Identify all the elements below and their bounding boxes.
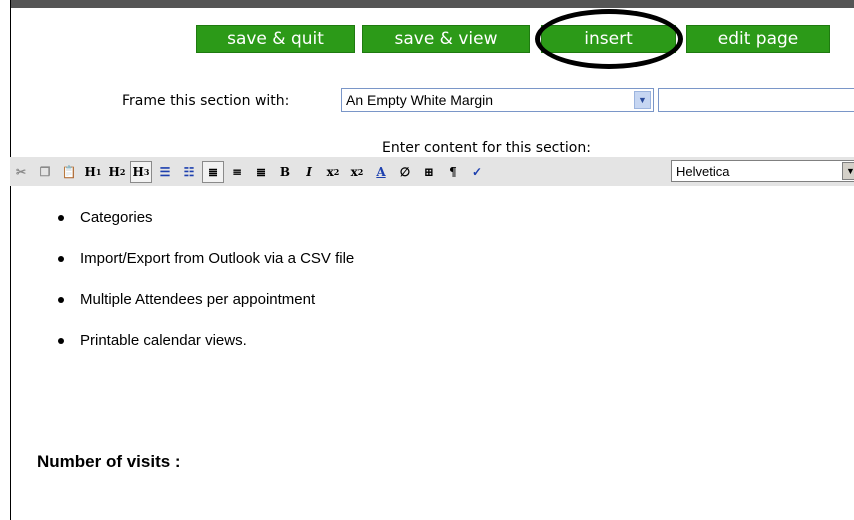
list-item: Import/Export from Outlook via a CSV fil…: [58, 241, 354, 282]
link-icon[interactable]: ∅: [394, 161, 416, 183]
font-color-icon[interactable]: A: [370, 161, 392, 183]
frame-select[interactable]: An Empty White Margin ▼: [341, 88, 654, 112]
save-view-button[interactable]: save & view: [362, 25, 530, 53]
table-icon[interactable]: ⊞: [418, 161, 440, 183]
editor-toolbar: ✂ ❐ 📋 H1 H2 H3 ☰ ☷ ≣ ≡ ≣ B I x2 x2 A ∅ ⊞…: [10, 157, 854, 186]
content-prompt: Enter content for this section:: [382, 140, 591, 156]
bullet-icon: [58, 297, 64, 303]
italic-icon[interactable]: I: [298, 161, 320, 183]
content-list: Categories Import/Export from Outlook vi…: [58, 200, 354, 364]
bullet-icon: [58, 215, 64, 221]
top-bar: [10, 0, 854, 8]
highlight-circle: [535, 9, 683, 69]
bulleted-list-icon[interactable]: ☰: [154, 161, 176, 183]
superscript-icon[interactable]: x2: [346, 161, 368, 183]
list-item: Printable calendar views.: [58, 323, 354, 364]
align-left-icon[interactable]: ≣: [202, 160, 224, 183]
list-item: Multiple Attendees per appointment: [58, 282, 354, 323]
font-select-value: Helvetica: [676, 164, 730, 179]
copy-icon[interactable]: ❐: [34, 161, 56, 183]
align-right-icon[interactable]: ≣: [250, 161, 272, 183]
heading2-icon[interactable]: H2: [106, 161, 128, 183]
save-quit-button[interactable]: save & quit: [196, 25, 355, 53]
paste-icon[interactable]: 📋: [58, 161, 80, 183]
heading3-icon[interactable]: H3: [130, 160, 152, 183]
cut-icon[interactable]: ✂: [10, 161, 32, 183]
numbered-list-icon[interactable]: ☷: [178, 161, 200, 183]
chevron-down-icon[interactable]: ▼: [634, 91, 651, 109]
bullet-icon: [58, 338, 64, 344]
align-center-icon[interactable]: ≡: [226, 161, 248, 183]
bold-icon[interactable]: B: [274, 161, 296, 183]
left-border: [10, 0, 11, 520]
frame-extra-field[interactable]: [658, 88, 854, 112]
frame-select-value: An Empty White Margin: [346, 92, 494, 108]
font-select[interactable]: Helvetica ▼: [671, 160, 854, 182]
paragraph-icon[interactable]: ¶: [442, 161, 464, 183]
heading1-icon[interactable]: H1: [82, 161, 104, 183]
edit-page-button[interactable]: edit page: [686, 25, 830, 53]
list-item: Categories: [58, 200, 354, 241]
visits-label: Number of visits :: [37, 452, 181, 471]
frame-label: Frame this section with:: [122, 93, 290, 109]
bullet-icon: [58, 256, 64, 262]
chevron-down-icon[interactable]: ▼: [842, 162, 854, 180]
subscript-icon[interactable]: x2: [322, 161, 344, 183]
spellcheck-icon[interactable]: ✓: [466, 161, 488, 183]
